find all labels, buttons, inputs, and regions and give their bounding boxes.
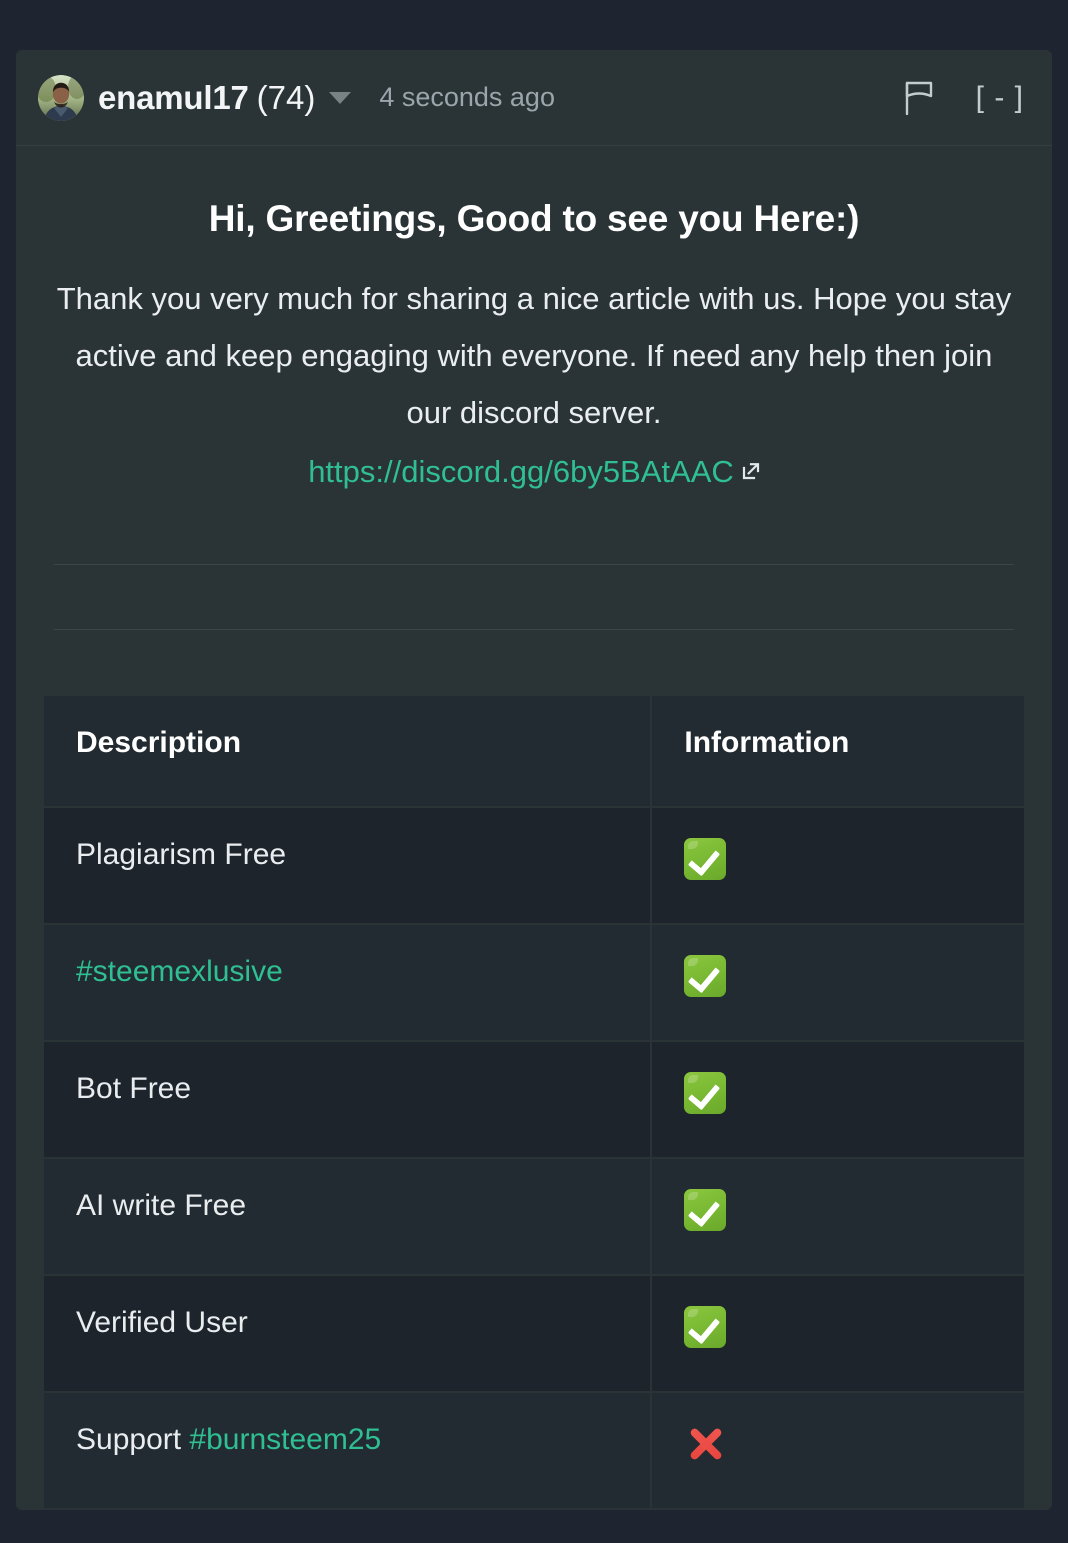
greeting-title: Hi, Greetings, Good to see you Here:) [208,198,860,239]
white-check-mark-icon [684,1189,727,1231]
cell-information [652,1276,1024,1391]
cell-description: Verified User [44,1276,651,1391]
cell-information [652,925,1024,1040]
cell-information [652,1159,1024,1274]
comment-timestamp[interactable]: 4 seconds ago [379,82,555,113]
cell-information [652,808,1024,923]
tag-link-steemexlusive[interactable]: #steemexlusive [76,955,283,988]
description-text: Support [76,1423,190,1456]
info-table: Description Information Plagiarism Free … [42,694,1026,1510]
author-block[interactable]: enamul17 (74) [98,79,315,117]
cell-description: Plagiarism Free [44,808,651,923]
comment-card: enamul17 (74) 4 seconds ago [ - ] Hi, Gr… [16,50,1052,1510]
cell-description: #steemexlusive [44,925,651,1040]
discord-invite-link[interactable]: https://discord.gg/6by5BAtAAC [308,454,734,489]
flag-icon[interactable] [902,81,936,115]
avatar[interactable] [38,74,84,121]
description-text: Bot Free [76,1072,192,1105]
white-check-mark-icon [684,955,727,997]
table-header-row: Description Information [44,696,1024,806]
column-header-description: Description [44,696,651,806]
tag-link-burnsteem25[interactable]: #burnsteem25 [189,1423,381,1456]
comment-header: enamul17 (74) 4 seconds ago [ - ] [16,50,1052,146]
table-row: Plagiarism Free [44,808,1024,923]
table-row: AI write Free [44,1159,1024,1274]
divider-bottom [54,629,1014,630]
white-check-mark-icon [684,1072,727,1114]
white-check-mark-icon [684,838,727,880]
body-paragraph: Thank you very much for sharing a nice a… [56,281,1012,430]
cell-description: Bot Free [44,1042,651,1157]
cell-information [652,1393,1024,1508]
info-table-body: Plagiarism Free #steemexlusive Bot Free … [44,808,1024,1508]
description-text: Verified User [76,1306,248,1339]
white-check-mark-icon [684,1306,727,1348]
cross-mark-icon [684,1423,726,1465]
external-link-icon [740,461,760,481]
table-row: Support #burnsteem25 [44,1393,1024,1508]
cell-description: AI write Free [44,1159,651,1274]
collapse-toggle[interactable]: [ - ] [976,81,1024,115]
page-root: enamul17 (74) 4 seconds ago [ - ] Hi, Gr… [0,0,1068,1543]
comment-body: Hi, Greetings, Good to see you Here:) Th… [16,146,1052,630]
cell-information [652,1042,1024,1157]
divider-top [54,564,1014,565]
table-row: #steemexlusive [44,925,1024,1040]
description-text: Plagiarism Free [76,838,287,871]
chevron-down-icon[interactable] [329,91,352,104]
table-row: Verified User [44,1276,1024,1391]
author-reputation: (74) [256,78,316,116]
cell-description: Support #burnsteem25 [44,1393,651,1508]
info-table-head: Description Information [44,696,1024,806]
author-username[interactable]: enamul17 [98,79,249,117]
info-table-wrapper: Description Information Plagiarism Free … [16,694,1052,1510]
discord-link-line: https://discord.gg/6by5BAtAAC [54,443,1014,506]
description-text: AI write Free [76,1189,247,1222]
column-header-information: Information [652,696,1024,806]
table-row: Bot Free [44,1042,1024,1157]
